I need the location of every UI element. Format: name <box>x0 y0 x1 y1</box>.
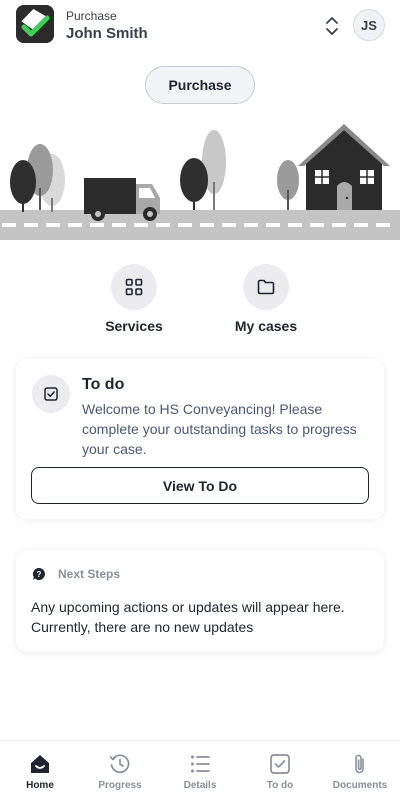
todo-description: Welcome to HS Conveyancing! Please compl… <box>82 401 357 457</box>
purchase-button[interactable]: Purchase <box>145 66 255 104</box>
services-button[interactable]: Services <box>79 264 189 334</box>
case-type-label: Purchase <box>66 9 117 23</box>
checkbox-icon <box>270 754 290 774</box>
nav-documents[interactable]: Documents <box>320 753 400 791</box>
todo-card: To do Welcome to HS Conveyancing! Please… <box>16 359 384 519</box>
my-cases-button[interactable]: My cases <box>211 264 321 334</box>
view-todo-button[interactable]: View To Do <box>31 467 369 504</box>
nav-progress[interactable]: Progress <box>80 753 160 791</box>
nav-home[interactable]: Home <box>0 753 80 791</box>
next-steps-title: Next Steps <box>58 567 121 581</box>
nav-progress-label: Progress <box>98 780 142 791</box>
road-van-house-illustration <box>0 118 400 242</box>
app-header: Purchase John Smith JS <box>0 0 400 56</box>
next-steps-text: Any upcoming actions or updates will app… <box>31 599 345 635</box>
folder-icon <box>243 264 289 310</box>
clock-icon <box>109 754 130 774</box>
grid-icon <box>111 264 157 310</box>
nav-documents-label: Documents <box>332 780 388 791</box>
nav-home-label: Home <box>26 780 54 791</box>
chevron-up-down-icon[interactable] <box>322 14 342 38</box>
checkmark-logo-icon <box>16 5 54 43</box>
user-name: John Smith <box>66 25 148 42</box>
checkbox-icon <box>32 375 70 413</box>
my-cases-label: My cases <box>234 318 298 334</box>
avatar[interactable]: JS <box>353 9 385 41</box>
paperclip-icon <box>355 754 364 774</box>
next-steps-card: ? Next Steps Any upcoming actions or upd… <box>16 550 384 652</box>
list-icon <box>191 755 210 773</box>
nav-todo-label: To do <box>266 780 294 791</box>
bottom-navigation: Home Progress Details To do Documents <box>0 740 400 800</box>
svg-text:?: ? <box>37 570 42 579</box>
todo-title: To do <box>82 376 125 393</box>
chat-bubble-icon: ? <box>32 567 46 581</box>
home-icon <box>31 755 49 773</box>
nav-details[interactable]: Details <box>160 753 240 791</box>
nav-details-label: Details <box>183 780 217 791</box>
services-label: Services <box>105 318 163 334</box>
nav-todo[interactable]: To do <box>240 753 320 791</box>
